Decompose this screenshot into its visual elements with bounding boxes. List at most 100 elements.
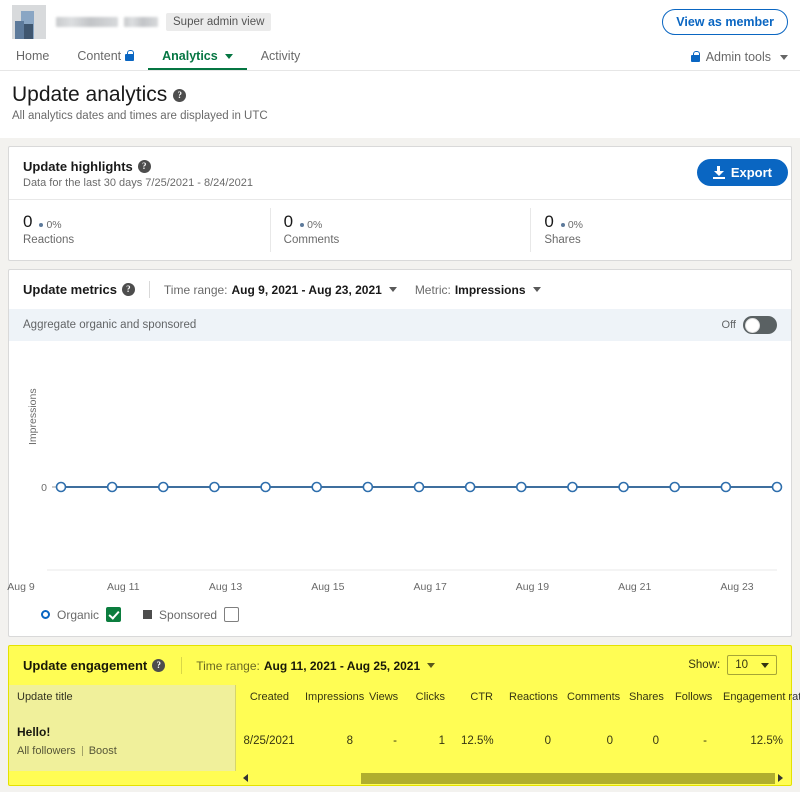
organic-marker-icon (41, 610, 50, 619)
update-metrics-title-text: Update metrics (23, 282, 117, 297)
column-header-views[interactable]: Views (361, 685, 405, 711)
cell-follows: - (703, 735, 707, 747)
chevron-down-icon (427, 663, 436, 668)
legend-organic-label: Organic (57, 607, 100, 622)
stat-reactions-value: 0 (23, 212, 33, 231)
x-axis-tick-label: Aug 11 (107, 581, 140, 593)
column-header-ctr[interactable]: CTR (453, 685, 501, 711)
stat-comments: 0 0% Comments (269, 200, 531, 260)
column-header-reactions[interactable]: Reactions (501, 685, 559, 711)
nav-tab-analytics-label: Analytics (162, 49, 218, 63)
table-header-row: Update title Created Impressions Views C… (9, 685, 800, 711)
metric-type-dropdown[interactable]: Metric: Impressions (415, 283, 541, 297)
engagement-time-range-label: Time range: (196, 658, 260, 673)
admin-tools-label: Admin tools (705, 50, 771, 64)
x-axis-tick-label: Aug 17 (413, 581, 447, 593)
scrollbar-thumb[interactable] (361, 772, 775, 784)
cell-reactions: 0 (544, 735, 551, 747)
delta-dot-icon (560, 223, 565, 227)
export-button[interactable]: Export (696, 159, 788, 186)
column-header-engagement-rate[interactable]: Engagement rate (715, 685, 800, 711)
stat-reactions: 0 0% Reactions (9, 200, 270, 260)
stat-shares-delta-text: 0% (567, 219, 583, 231)
divider (181, 657, 183, 674)
view-as-member-button[interactable]: View as member (662, 9, 788, 35)
main-content: Update highlights ? Data for the last 30… (0, 138, 800, 786)
stat-shares-delta: 0% (560, 219, 583, 231)
boost-link[interactable]: Boost (89, 745, 117, 757)
legend-item-organic: Organic (41, 607, 122, 622)
x-axis-tick-label: Aug 21 (618, 581, 652, 593)
help-icon[interactable]: ? (152, 659, 166, 672)
redacted-text-2 (124, 16, 158, 27)
column-header-impressions[interactable]: Impressions (297, 685, 364, 711)
engagement-time-range-dropdown[interactable]: Time range: Aug 11, 2021 - Aug 25, 2021 (196, 658, 436, 673)
column-header-update-title[interactable]: Update title (9, 685, 236, 711)
metrics-time-range-value: Aug 9, 2021 - Aug 23, 2021 (231, 282, 382, 297)
column-header-clicks[interactable]: Clicks (405, 685, 453, 711)
company-name-redacted (56, 16, 158, 27)
engagement-table: Update title Created Impressions Views C… (9, 685, 800, 771)
impressions-chart: Impressions 0 (9, 341, 791, 581)
cell-ctr: 12.5% (461, 735, 494, 747)
primary-nav: Home Content Analytics Activity Admin to… (0, 43, 800, 71)
column-header-shares[interactable]: Shares (621, 685, 667, 711)
highlight-stats-row: 0 0% Reactions 0 0% Comments 0 0% Shares (9, 199, 791, 260)
table-horizontal-scrollbar[interactable] (243, 771, 783, 785)
sponsored-marker-icon (143, 610, 153, 619)
metric-type-value: Impressions (454, 282, 526, 297)
nav-tab-activity[interactable]: Activity (247, 49, 315, 70)
company-logo[interactable] (12, 4, 46, 39)
chart-legend: Organic Sponsored (9, 599, 791, 636)
update-metrics-header: Update metrics ? Time range: Aug 9, 2021… (9, 270, 791, 309)
metric-type-label: Metric: (414, 282, 451, 297)
nav-tab-home-label: Home (16, 49, 50, 63)
column-header-follows[interactable]: Follows (667, 685, 715, 711)
help-icon[interactable]: ? (121, 283, 135, 296)
scroll-left-arrow-icon[interactable] (243, 774, 248, 782)
cell-created: 8/25/2021 (243, 735, 295, 747)
column-header-created[interactable]: Created (235, 685, 297, 711)
update-audience: All followers (17, 745, 76, 757)
aggregate-toggle[interactable] (743, 316, 777, 334)
chevron-down-icon (532, 287, 541, 292)
cell-shares: 0 (652, 735, 659, 747)
cell-update-title: Hello! All followers Boost (9, 711, 236, 771)
page-subtitle: All analytics dates and times are displa… (12, 110, 268, 122)
update-title-text[interactable]: Hello! (17, 725, 227, 739)
stat-comments-label: Comments (283, 234, 340, 246)
toggle-knob (744, 317, 760, 333)
cell-engagement-rate: 12.5% (750, 735, 783, 747)
help-icon[interactable]: ? (137, 160, 151, 173)
download-icon (712, 166, 725, 179)
show-select[interactable]: 10 (727, 655, 777, 675)
redacted-text-1 (56, 16, 118, 27)
chevron-down-icon (388, 287, 397, 292)
chart-svg[interactable]: 0 (9, 341, 793, 576)
nav-tab-home[interactable]: Home (12, 49, 63, 70)
nav-tab-content[interactable]: Content (63, 49, 148, 70)
scrollbar-track[interactable] (251, 772, 775, 784)
chevron-down-icon (780, 54, 788, 60)
rows-per-page-control: Show: 10 (688, 655, 777, 675)
show-value: 10 (735, 659, 748, 671)
organic-checkbox[interactable] (106, 607, 122, 622)
cell-impressions: 8 (346, 735, 353, 747)
update-metrics-card: Update metrics ? Time range: Aug 9, 2021… (7, 269, 792, 637)
help-icon[interactable]: ? (173, 88, 187, 102)
sponsored-checkbox[interactable] (224, 607, 240, 622)
show-label: Show: (688, 659, 721, 671)
stat-reactions-delta: 0% (39, 219, 62, 231)
stat-reactions-label: Reactions (23, 234, 75, 246)
aggregate-toggle-state: Off (721, 319, 736, 331)
metrics-time-range-dropdown[interactable]: Time range: Aug 9, 2021 - Aug 23, 2021 (164, 283, 397, 297)
update-engagement-header: Update engagement ? Time range: Aug 11, … (9, 646, 791, 685)
admin-tools-menu[interactable]: Admin tools (690, 50, 788, 64)
update-meta: All followers Boost (17, 745, 227, 757)
page-header: Update analytics ? All analytics dates a… (0, 71, 800, 186)
nav-tab-analytics[interactable]: Analytics (148, 49, 247, 70)
scroll-right-arrow-icon[interactable] (778, 774, 783, 782)
column-header-comments[interactable]: Comments (559, 685, 621, 711)
cell-clicks: 1 (438, 735, 445, 747)
metrics-time-range-label: Time range: (163, 282, 228, 297)
